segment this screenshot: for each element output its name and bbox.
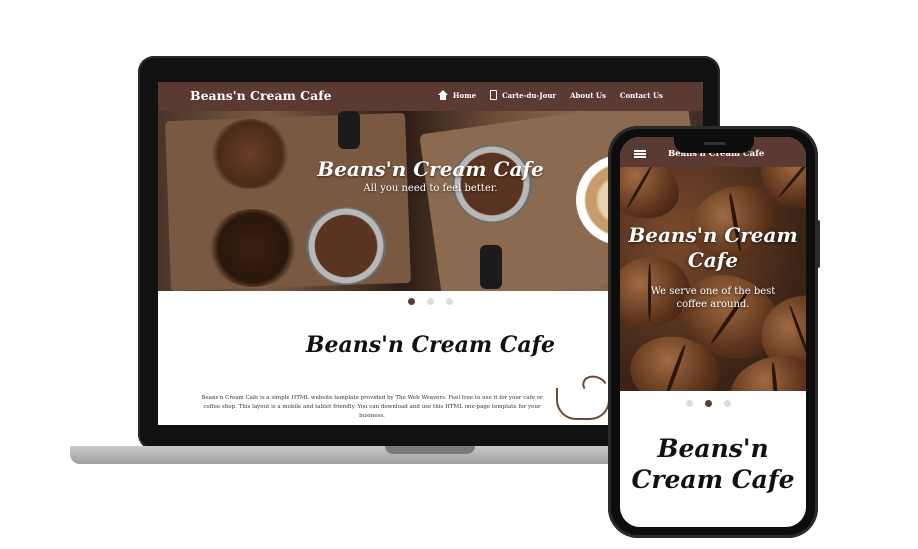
home-icon [437, 90, 448, 100]
nav-item-label: Contact Us [619, 90, 663, 100]
portafilter-handle [480, 245, 502, 289]
phone-screen: Beans'n Cream Cafe Beans'n Cream Cafe We… [620, 137, 806, 527]
mobile-carousel-indicators [686, 400, 731, 407]
nav-item-contact-us[interactable]: Contact Us [620, 91, 663, 100]
carousel-dot[interactable] [427, 298, 434, 305]
coffee-bean [620, 167, 688, 229]
portafilter [306, 207, 386, 285]
nav-item-label: About Us [570, 90, 606, 100]
desktop-nav-links: Home Carte-du-Jour About Us Contact Us [437, 90, 663, 100]
nav-item-label: Home [452, 90, 477, 100]
coffee-cup-illustration [556, 388, 610, 420]
clipboard-icon [490, 90, 498, 100]
laptop-notch [385, 446, 475, 454]
phone-notch [674, 137, 754, 153]
portafilter-handle [338, 111, 360, 149]
carousel-dot[interactable] [446, 298, 453, 305]
hamburger-menu-icon[interactable] [634, 150, 646, 158]
desktop-carousel-indicators [408, 298, 453, 305]
phone-side-button [816, 220, 820, 268]
mobile-hero-title: Beans'n Cream Cafe [628, 223, 798, 272]
carousel-dot[interactable] [408, 298, 415, 305]
mobile-section-title: Beans'n Cream Cafe [631, 434, 795, 494]
carousel-dot[interactable] [705, 400, 712, 407]
nav-item-home[interactable]: Home [437, 90, 477, 100]
nav-item-label: Carte-du-Jour [502, 90, 557, 100]
desktop-navbar: Beans'n Cream Cafe Home Carte-du-Jour Ab… [158, 82, 703, 111]
nav-item-about-us[interactable]: About Us [570, 91, 606, 100]
carousel-dot[interactable] [686, 400, 693, 407]
mobile-hero-subtitle: We serve one of the best coffee around. [650, 286, 776, 310]
coffee-beans [208, 209, 298, 287]
carousel-dot[interactable] [724, 400, 731, 407]
nav-item-carte-du-jour[interactable]: Carte-du-Jour [490, 90, 556, 100]
mobile-hero-image: Beans'n Cream Cafe We serve one of the b… [620, 167, 806, 391]
desktop-brand[interactable]: Beans'n Cream Cafe [190, 88, 332, 103]
desktop-section-text: Beans'n Cream Cafe is a simple HTML webs… [201, 395, 543, 419]
